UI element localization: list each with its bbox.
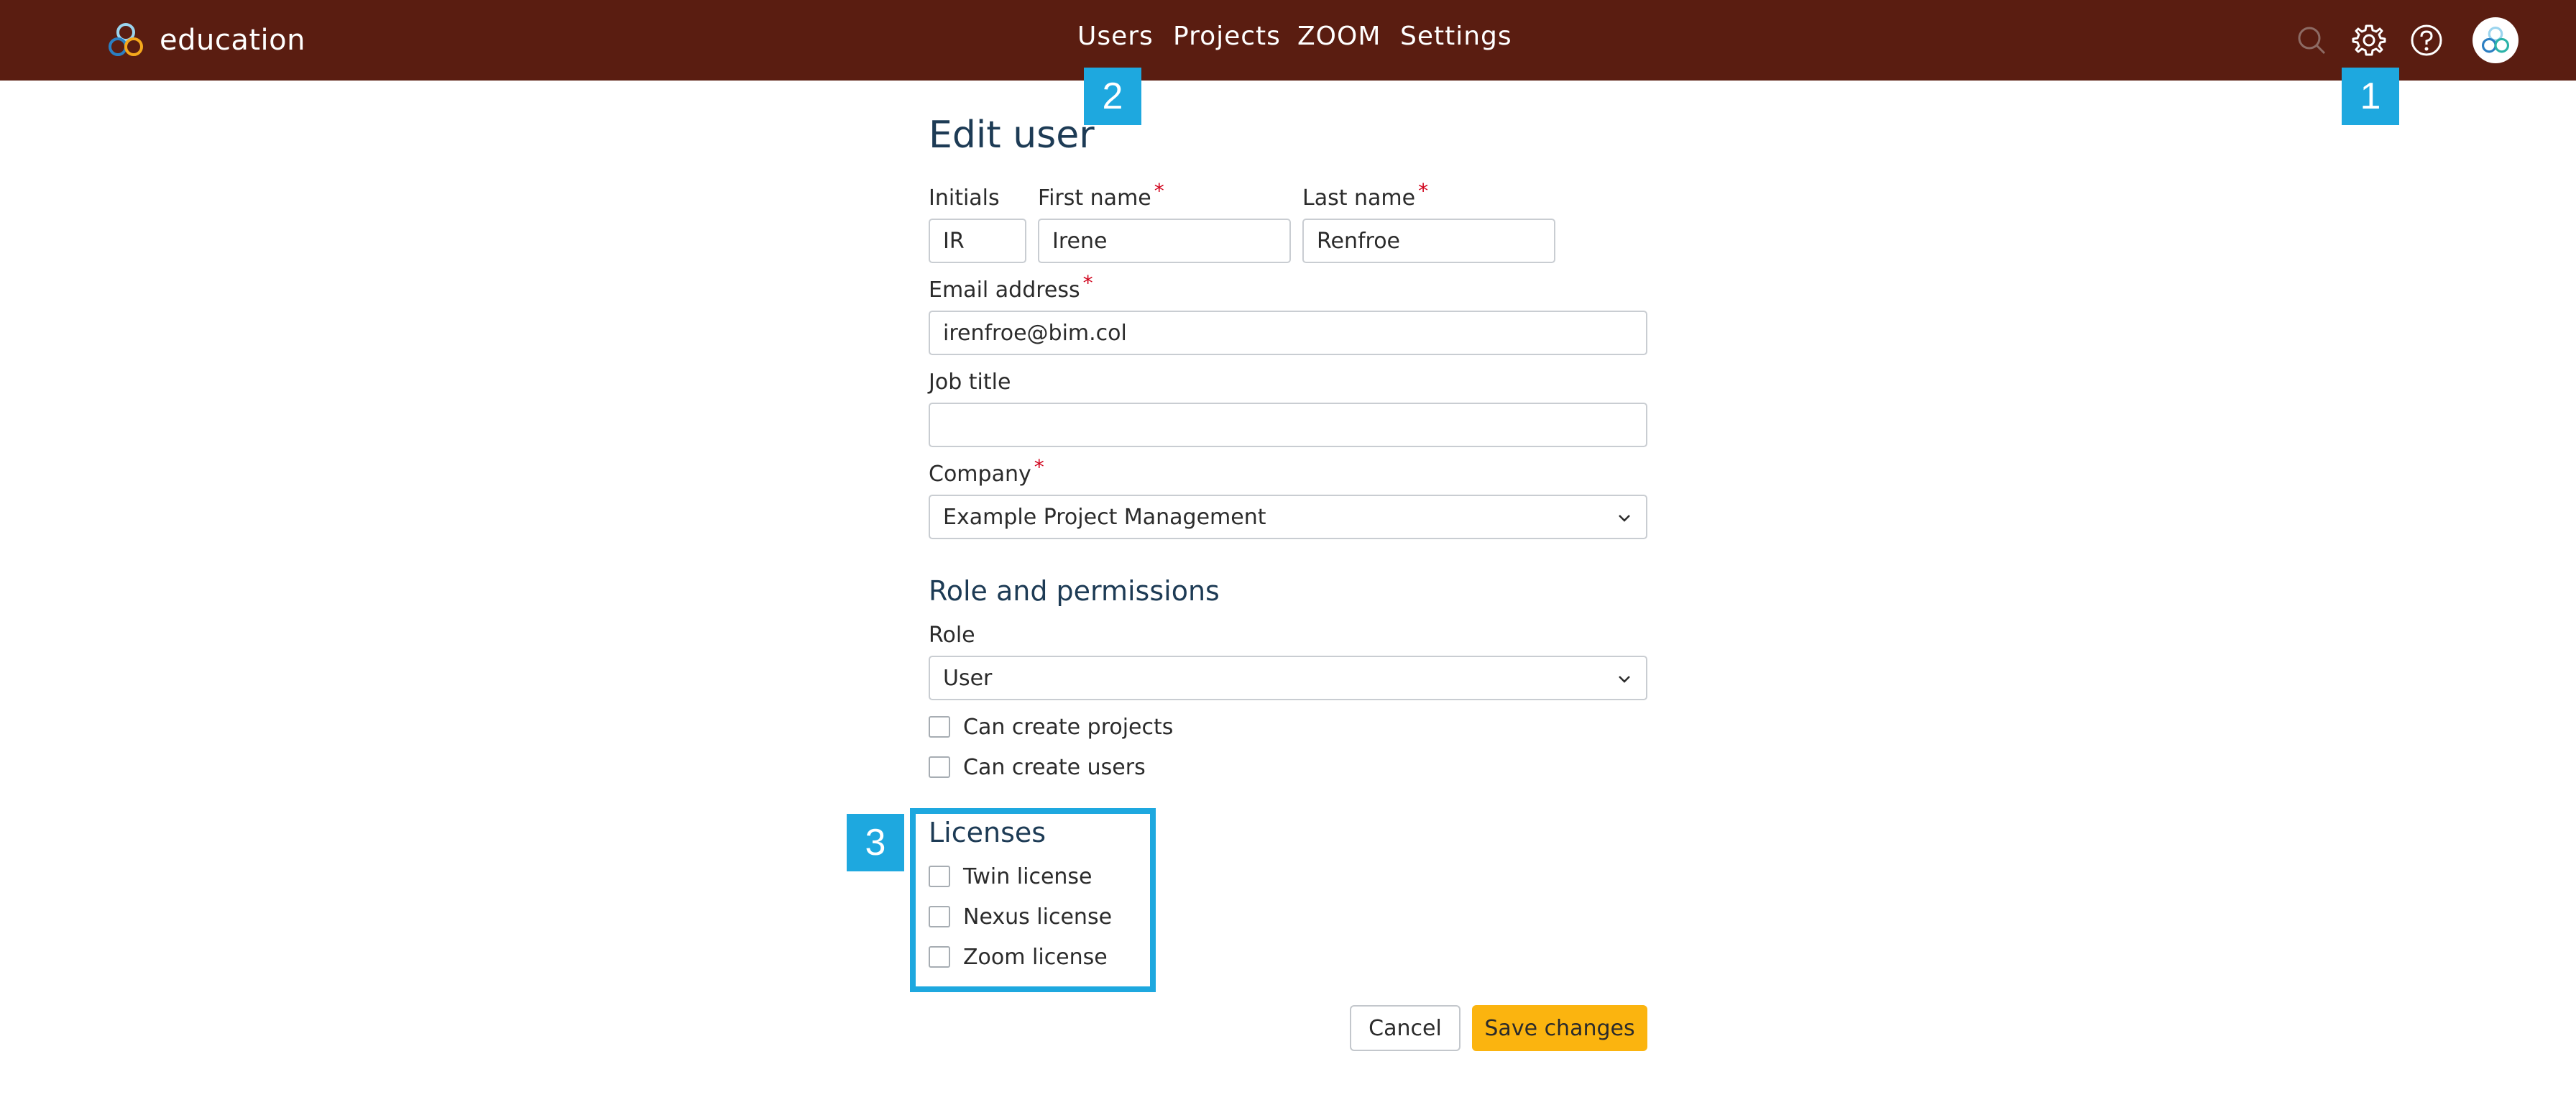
can-create-projects-checkbox[interactable] (929, 716, 950, 738)
initials-input[interactable]: IR (929, 219, 1026, 263)
email-label: Email address * (929, 271, 1093, 303)
nexus-license-label: Nexus license (963, 904, 1113, 930)
page-title: Edit user (929, 114, 1095, 157)
nav-users[interactable]: Users (1077, 22, 1154, 51)
can-create-users-checkbox[interactable] (929, 756, 950, 778)
nexus-license-checkbox[interactable] (929, 906, 950, 927)
nexus-license-row[interactable]: Nexus license (929, 904, 1113, 930)
can-create-projects-row[interactable]: Can create projects (929, 714, 1174, 740)
company-select-value: Example Project Management (943, 504, 1266, 530)
licenses-heading: Licenses (929, 817, 1046, 848)
avatar[interactable] (2472, 17, 2518, 63)
role-permissions-heading: Role and permissions (929, 575, 1220, 607)
required-marker: * (1154, 179, 1164, 203)
chevron-down-icon (1619, 515, 1630, 522)
zoom-license-label: Zoom license (963, 944, 1108, 970)
required-marker: * (1034, 455, 1044, 479)
email-field[interactable]: irenfroe@bim.col (929, 311, 1647, 355)
avatar-logo-icon (2481, 26, 2510, 53)
zoom-license-row[interactable]: Zoom license (929, 944, 1108, 970)
first-name-label: First name * (1038, 179, 1164, 211)
zoom-license-checkbox[interactable] (929, 946, 950, 968)
chevron-down-icon (1619, 676, 1630, 683)
required-marker: * (1082, 271, 1093, 295)
nav-settings[interactable]: Settings (1400, 22, 1512, 51)
job-title-label: Job title (929, 370, 1011, 395)
role-label: Role (929, 623, 975, 648)
nav-zoom[interactable]: ZOOM (1297, 22, 1381, 51)
company-select[interactable]: Example Project Management (929, 495, 1647, 539)
search-icon[interactable] (2293, 22, 2330, 59)
brand-name: education (160, 24, 305, 57)
help-icon[interactable] (2408, 22, 2445, 59)
can-create-users-label: Can create users (963, 754, 1146, 780)
logo-icon (109, 23, 143, 56)
can-create-projects-label: Can create projects (963, 714, 1174, 740)
last-name-label: Last name * (1302, 179, 1429, 211)
required-marker: * (1418, 179, 1429, 203)
top-bar: education Users Projects ZOOM Settings (0, 0, 2576, 81)
twin-license-row[interactable]: Twin license (929, 864, 1092, 889)
callout-marker-3: 3 (847, 814, 904, 871)
company-label: Company * (929, 455, 1044, 487)
role-select-value: User (943, 665, 993, 691)
brand[interactable]: education (105, 20, 305, 60)
first-name-input[interactable]: Irene (1038, 219, 1291, 263)
twin-license-checkbox[interactable] (929, 866, 950, 887)
cancel-button[interactable]: Cancel (1350, 1005, 1460, 1051)
last-name-input[interactable]: Renfroe (1302, 219, 1555, 263)
twin-license-label: Twin license (963, 863, 1092, 889)
save-changes-button[interactable]: Save changes (1472, 1005, 1647, 1051)
callout-marker-1: 1 (2342, 68, 2399, 125)
role-select[interactable]: User (929, 656, 1647, 700)
gear-icon[interactable] (2350, 22, 2388, 59)
initials-label: Initials (929, 185, 1000, 211)
can-create-users-row[interactable]: Can create users (929, 754, 1146, 780)
nav-projects[interactable]: Projects (1173, 22, 1281, 51)
job-title-input[interactable] (929, 403, 1647, 447)
